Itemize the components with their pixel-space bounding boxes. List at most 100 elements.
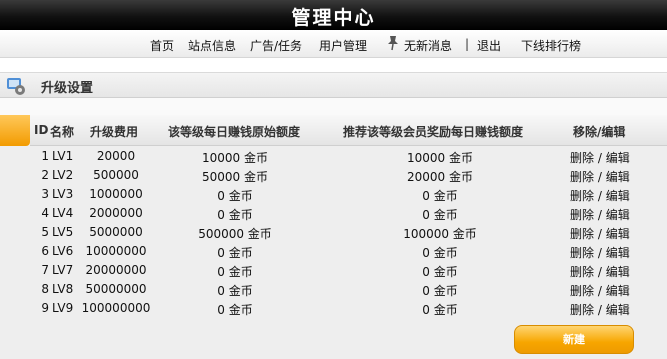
cell-name: LV4 — [52, 206, 74, 220]
delete-link[interactable]: 删除 — [570, 208, 594, 222]
settings-gear-icon — [7, 78, 25, 95]
header-id: ID — [34, 123, 49, 137]
table-row: 3 LV3 1000000 0 金币 0 金币 删除 / 编辑 — [0, 185, 667, 204]
cell-fee: 10000000 — [85, 244, 147, 258]
cell-id: 8 — [41, 282, 49, 296]
table-row: 5 LV5 5000000 500000 金币 100000 金币 删除 / 编… — [0, 223, 667, 242]
ops-separator: / — [597, 208, 602, 222]
delete-link[interactable]: 删除 — [570, 284, 594, 298]
delete-link[interactable]: 删除 — [570, 170, 594, 184]
cell-base: 500000 金币 — [198, 227, 272, 241]
cell-ops: 删除 / 编辑 — [570, 187, 630, 204]
cell-name: LV2 — [52, 168, 74, 182]
cell-name: LV1 — [52, 149, 74, 163]
nav-home[interactable]: 首页 — [150, 37, 174, 54]
panel-title: 升级设置 — [41, 81, 94, 96]
edit-link[interactable]: 编辑 — [606, 151, 630, 165]
spacer — [0, 59, 667, 72]
header-fee: 升级费用 — [90, 125, 139, 139]
cell-reward: 0 金币 — [422, 303, 458, 317]
app-title: 管理中心 — [291, 7, 376, 29]
nav-site-info[interactable]: 站点信息 — [188, 37, 236, 54]
edit-link[interactable]: 编辑 — [606, 265, 630, 279]
ops-separator: / — [597, 151, 602, 165]
delete-link[interactable]: 删除 — [570, 265, 594, 279]
top-nav: 首页 站点信息 广告/任务 用户管理 无新消息 | 退出 下线排行榜 — [0, 30, 667, 58]
cell-id: 9 — [41, 301, 49, 315]
spacer — [0, 98, 667, 115]
cell-fee: 20000000 — [85, 263, 147, 277]
edit-link[interactable]: 编辑 — [606, 246, 630, 260]
app-header: 管理中心 — [0, 0, 667, 30]
nav-user-manage[interactable]: 用户管理 — [319, 37, 367, 54]
cell-reward: 0 金币 — [422, 208, 458, 222]
nav-ads-tasks[interactable]: 广告/任务 — [250, 37, 302, 54]
cell-fee: 100000000 — [81, 301, 151, 315]
cell-base: 0 金币 — [217, 303, 253, 317]
cell-reward: 10000 金币 — [407, 151, 473, 165]
cell-reward: 20000 金币 — [407, 170, 473, 184]
cell-ops: 删除 / 编辑 — [570, 301, 630, 318]
cell-name: LV9 — [52, 301, 74, 315]
cell-reward: 100000 金币 — [403, 227, 477, 241]
header-base: 该等级每日赚钱原始额度 — [168, 125, 301, 139]
delete-link[interactable]: 删除 — [570, 189, 594, 203]
edit-link[interactable]: 编辑 — [606, 227, 630, 241]
ops-separator: / — [597, 189, 602, 203]
delete-link[interactable]: 删除 — [570, 227, 594, 241]
levels-table: ID 名称 升级费用 该等级每日赚钱原始额度 推荐该等级会员奖励每日赚钱额度 移… — [0, 115, 667, 359]
edit-link[interactable]: 编辑 — [606, 170, 630, 184]
delete-link[interactable]: 删除 — [570, 151, 594, 165]
create-button[interactable]: 新建 — [514, 325, 634, 354]
table-row: 2 LV2 500000 50000 金币 20000 金币 删除 / 编辑 — [0, 166, 667, 185]
edit-link[interactable]: 编辑 — [606, 284, 630, 298]
ops-separator: / — [597, 227, 602, 241]
panel-header: 升级设置 — [0, 72, 667, 98]
cell-id: 1 — [41, 149, 49, 163]
cell-name: LV3 — [52, 187, 74, 201]
cell-base: 0 金币 — [217, 265, 253, 279]
cell-name: LV6 — [52, 244, 74, 258]
cell-name: LV7 — [52, 263, 74, 277]
cell-base: 0 金币 — [217, 284, 253, 298]
cell-ops: 删除 / 编辑 — [570, 282, 630, 299]
table-row: 6 LV6 10000000 0 金币 0 金币 删除 / 编辑 — [0, 242, 667, 261]
nav-separator: | — [465, 37, 470, 51]
table-row: 7 LV7 20000000 0 金币 0 金币 删除 / 编辑 — [0, 261, 667, 280]
table-row: 1 LV1 20000 10000 金币 10000 金币 删除 / 编辑 — [0, 147, 667, 166]
cell-reward: 0 金币 — [422, 284, 458, 298]
cell-reward: 0 金币 — [422, 246, 458, 260]
cell-ops: 删除 / 编辑 — [570, 168, 630, 185]
table-row: 8 LV8 50000000 0 金币 0 金币 删除 / 编辑 — [0, 280, 667, 299]
cell-fee: 2000000 — [89, 206, 143, 220]
cell-base: 10000 金币 — [202, 151, 268, 165]
cell-ops: 删除 / 编辑 — [570, 263, 630, 280]
ops-separator: / — [597, 284, 602, 298]
cell-base: 0 金币 — [217, 208, 253, 222]
edit-link[interactable]: 编辑 — [606, 208, 630, 222]
table-row: 4 LV4 2000000 0 金币 0 金币 删除 / 编辑 — [0, 204, 667, 223]
nav-messages[interactable]: 无新消息 — [404, 37, 452, 54]
cell-base: 50000 金币 — [202, 170, 268, 184]
cell-fee: 500000 — [93, 168, 139, 182]
ops-separator: / — [597, 303, 602, 317]
ops-separator: / — [597, 246, 602, 260]
nav-offline-rank[interactable]: 下线排行榜 — [521, 37, 581, 54]
cell-id: 4 — [41, 206, 49, 220]
edit-link[interactable]: 编辑 — [606, 189, 630, 203]
cell-reward: 0 金币 — [422, 265, 458, 279]
cell-id: 5 — [41, 225, 49, 239]
cell-fee: 50000000 — [85, 282, 147, 296]
delete-link[interactable]: 删除 — [570, 303, 594, 317]
cell-base: 0 金币 — [217, 246, 253, 260]
ops-separator: / — [597, 170, 602, 184]
edit-link[interactable]: 编辑 — [606, 303, 630, 317]
delete-link[interactable]: 删除 — [570, 246, 594, 260]
cell-name: LV8 — [52, 282, 74, 296]
cell-id: 7 — [41, 263, 49, 277]
table-row: 9 LV9 100000000 0 金币 0 金币 删除 / 编辑 — [0, 299, 667, 318]
cell-fee: 20000 — [96, 149, 136, 163]
cell-id: 2 — [41, 168, 49, 182]
nav-logout[interactable]: 退出 — [477, 37, 501, 54]
cell-ops: 删除 / 编辑 — [570, 206, 630, 223]
